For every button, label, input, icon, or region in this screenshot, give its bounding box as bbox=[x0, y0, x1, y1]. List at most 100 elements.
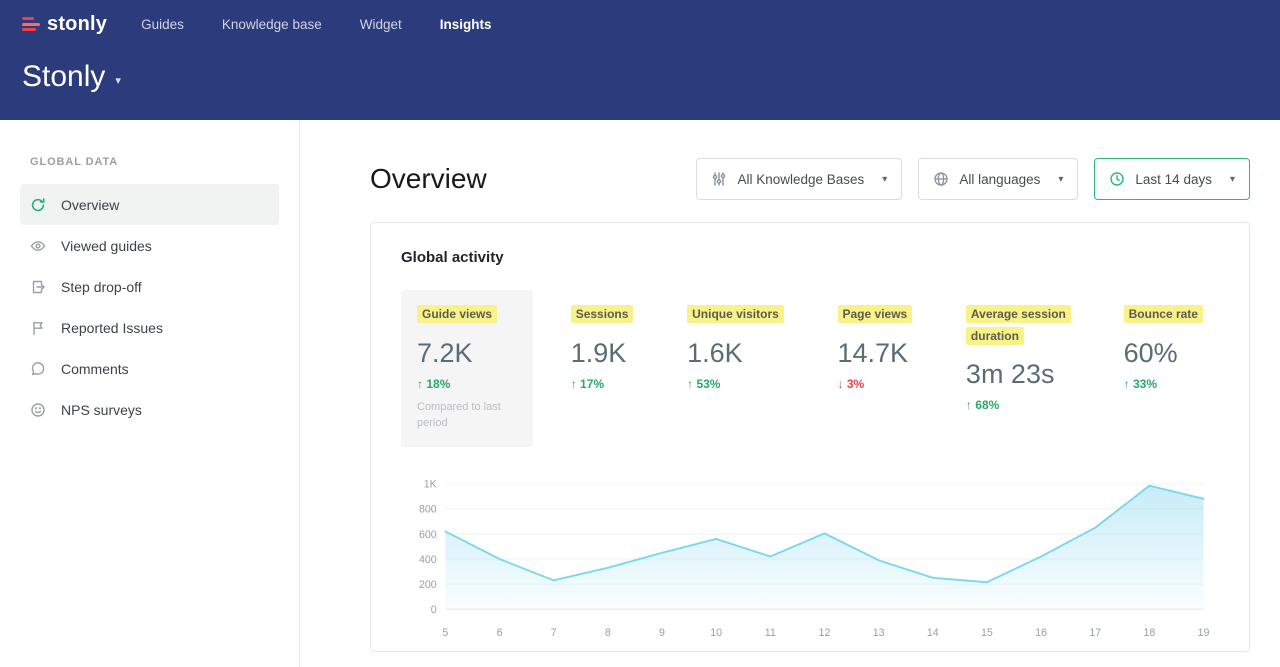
nav-item-knowledge-base[interactable]: Knowledge base bbox=[222, 17, 322, 32]
metric-change: ↑ 17% bbox=[571, 377, 634, 391]
knowledge-bases-filter[interactable]: All Knowledge Bases ▾ bbox=[696, 158, 902, 200]
metric-value: 1.6K bbox=[687, 338, 784, 369]
svg-text:15: 15 bbox=[981, 628, 993, 640]
metric-guide-views[interactable]: Guide views 7.2K ↑ 18% Compared to last … bbox=[401, 290, 533, 447]
metric-label: Unique visitors bbox=[687, 305, 784, 323]
sidebar-item-overview[interactable]: Overview bbox=[20, 184, 279, 225]
svg-text:800: 800 bbox=[419, 504, 437, 516]
globe-icon bbox=[933, 171, 949, 187]
metrics-row: Guide views 7.2K ↑ 18% Compared to last … bbox=[401, 290, 1219, 447]
metric-value: 3m 23s bbox=[966, 359, 1070, 390]
metric-change: ↑ 68% bbox=[966, 398, 1070, 412]
sidebar-item-reported-issues[interactable]: Reported Issues bbox=[20, 307, 279, 348]
top-bar: stonly Guides Knowledge base Widget Insi… bbox=[0, 0, 1280, 120]
languages-filter[interactable]: All languages ▾ bbox=[918, 158, 1078, 200]
svg-text:600: 600 bbox=[419, 529, 437, 541]
metric-page-views[interactable]: Page views 14.7K ↓ 3% bbox=[822, 290, 929, 407]
page-title: Overview bbox=[370, 163, 487, 195]
trend-arrow-icon: ↓ bbox=[838, 377, 844, 391]
sidebar: GLOBAL DATA Overview Viewed guides bbox=[0, 120, 300, 667]
overview-refresh-icon bbox=[30, 197, 46, 213]
trend-arrow-icon: ↑ bbox=[687, 377, 693, 391]
svg-text:5: 5 bbox=[442, 628, 448, 640]
metric-label: Page views bbox=[838, 305, 913, 323]
top-nav-row: stonly Guides Knowledge base Widget Insi… bbox=[22, 0, 1256, 48]
metric-label: Bounce rate bbox=[1124, 305, 1203, 323]
filter-label: All Knowledge Bases bbox=[737, 172, 864, 187]
sidebar-item-label: Viewed guides bbox=[61, 238, 152, 254]
sidebar-item-label: Reported Issues bbox=[61, 320, 163, 336]
speech-bubble-icon bbox=[30, 361, 46, 377]
sidebar-item-nps-surveys[interactable]: NPS surveys bbox=[20, 389, 279, 430]
svg-text:200: 200 bbox=[419, 579, 437, 591]
trend-arrow-icon: ↑ bbox=[571, 377, 577, 391]
nav-item-insights[interactable]: Insights bbox=[440, 17, 492, 32]
clock-icon bbox=[1109, 171, 1125, 187]
metric-label: Guide views bbox=[417, 305, 497, 323]
sidebar-item-label: Step drop-off bbox=[61, 279, 142, 295]
metric-average-session-duration[interactable]: Average session duration 3m 23s ↑ 68% bbox=[950, 290, 1086, 428]
document-arrow-icon bbox=[30, 279, 46, 295]
filter-label: All languages bbox=[959, 172, 1040, 187]
filter-label: Last 14 days bbox=[1135, 172, 1212, 187]
svg-text:0: 0 bbox=[431, 605, 437, 617]
stonly-logo-icon bbox=[22, 16, 40, 32]
global-activity-card: Global activity Guide views 7.2K ↑ 18% C… bbox=[370, 222, 1250, 652]
metric-unique-visitors[interactable]: Unique visitors 1.6K ↑ 53% bbox=[671, 290, 800, 407]
svg-text:14: 14 bbox=[927, 628, 939, 640]
activity-chart: 02004006008001K5678910111213141516171819 bbox=[401, 471, 1219, 654]
flag-icon bbox=[30, 320, 46, 336]
sidebar-item-label: Comments bbox=[61, 361, 129, 377]
svg-text:6: 6 bbox=[497, 628, 503, 640]
metric-value: 7.2K bbox=[417, 338, 517, 369]
trend-arrow-icon: ↑ bbox=[417, 377, 423, 391]
svg-text:1K: 1K bbox=[424, 479, 437, 491]
metric-sessions[interactable]: Sessions 1.9K ↑ 17% bbox=[555, 290, 650, 407]
svg-text:13: 13 bbox=[873, 628, 885, 640]
svg-text:9: 9 bbox=[659, 628, 665, 640]
svg-text:400: 400 bbox=[419, 554, 437, 566]
svg-text:10: 10 bbox=[710, 628, 722, 640]
metric-change: ↓ 3% bbox=[838, 377, 913, 391]
sliders-icon bbox=[711, 171, 727, 187]
metric-label: Average session duration bbox=[966, 305, 1071, 345]
svg-text:11: 11 bbox=[765, 628, 776, 640]
metric-value: 60% bbox=[1124, 338, 1203, 369]
svg-text:7: 7 bbox=[551, 628, 557, 640]
chevron-down-icon: ▾ bbox=[882, 174, 887, 185]
logo-text: stonly bbox=[47, 13, 107, 36]
svg-text:17: 17 bbox=[1089, 628, 1101, 640]
sidebar-item-label: Overview bbox=[61, 197, 119, 213]
top-nav: Guides Knowledge base Widget Insights bbox=[141, 17, 491, 32]
chevron-down-icon: ▾ bbox=[1058, 174, 1063, 185]
main-content: Overview All Knowledge Bases ▾ bbox=[300, 120, 1280, 667]
nav-item-guides[interactable]: Guides bbox=[141, 17, 184, 32]
sidebar-item-comments[interactable]: Comments bbox=[20, 348, 279, 389]
metric-bounce-rate[interactable]: Bounce rate 60% ↑ 33% bbox=[1108, 290, 1219, 407]
eye-icon bbox=[30, 238, 46, 254]
filters: All Knowledge Bases ▾ All languages ▾ bbox=[696, 158, 1250, 200]
stonly-logo[interactable]: stonly bbox=[22, 13, 107, 36]
svg-text:16: 16 bbox=[1035, 628, 1047, 640]
metric-change: ↑ 33% bbox=[1124, 377, 1203, 391]
metric-note: Compared to last period bbox=[417, 400, 517, 432]
metric-change: ↑ 18% bbox=[417, 377, 517, 391]
metric-change: ↑ 53% bbox=[687, 377, 784, 391]
metric-value: 1.9K bbox=[571, 338, 634, 369]
workspace-switcher[interactable]: Stonly ▾ bbox=[22, 60, 121, 94]
workspace-title: Stonly bbox=[22, 60, 105, 94]
metric-value: 14.7K bbox=[838, 338, 913, 369]
sidebar-item-label: NPS surveys bbox=[61, 402, 142, 418]
trend-arrow-icon: ↑ bbox=[1124, 377, 1130, 391]
card-title: Global activity bbox=[401, 249, 1219, 266]
smiley-icon bbox=[30, 402, 46, 418]
trend-arrow-icon: ↑ bbox=[966, 398, 972, 412]
svg-text:8: 8 bbox=[605, 628, 611, 640]
sidebar-item-step-drop-off[interactable]: Step drop-off bbox=[20, 266, 279, 307]
svg-text:19: 19 bbox=[1198, 628, 1210, 640]
nav-item-widget[interactable]: Widget bbox=[360, 17, 402, 32]
sidebar-item-viewed-guides[interactable]: Viewed guides bbox=[20, 225, 279, 266]
sidebar-section-title: GLOBAL DATA bbox=[30, 156, 299, 168]
chevron-down-icon: ▾ bbox=[115, 74, 121, 87]
date-range-filter[interactable]: Last 14 days ▾ bbox=[1094, 158, 1250, 200]
